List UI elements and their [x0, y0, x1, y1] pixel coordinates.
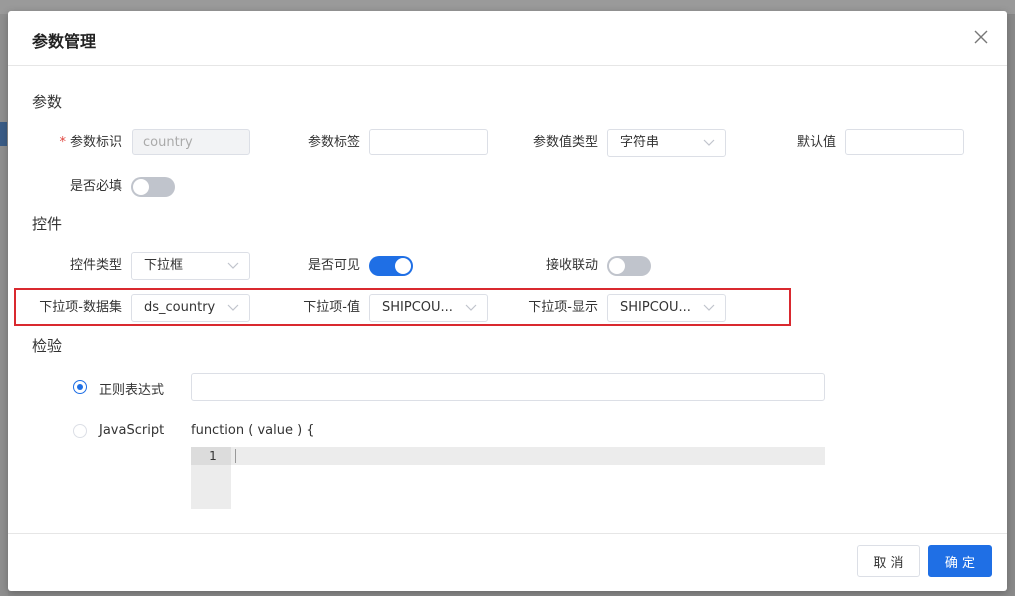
required-asterisk: * — [59, 135, 66, 150]
param-id-label-text: 参数标识 — [69, 135, 122, 150]
linkage-label: 接收联动 — [545, 258, 598, 273]
dialog-footer: 取 消 确 定 — [8, 533, 1007, 592]
dataset-select[interactable]: ds_country — [131, 294, 250, 322]
parameter-management-dialog: 参数管理 参数 *参数标识 参数标签 参数值类型 字符串 默认值 是否必填 控件… — [8, 11, 1007, 591]
control-type-selected: 下拉框 — [144, 258, 184, 273]
code-editor[interactable]: 1 — [191, 447, 825, 509]
visible-switch[interactable] — [369, 256, 413, 276]
required-switch[interactable] — [131, 177, 175, 197]
dataset-label: 下拉项-数据集 — [39, 300, 122, 315]
visible-label: 是否可见 — [307, 258, 360, 273]
linkage-switch[interactable] — [607, 256, 651, 276]
section-title-validation: 检验 — [32, 337, 63, 355]
dialog-title: 参数管理 — [32, 32, 97, 51]
chevron-down-icon — [227, 262, 239, 269]
close-icon[interactable] — [971, 27, 991, 47]
default-value-label: 默认值 — [796, 135, 836, 150]
switch-knob — [609, 258, 625, 274]
param-id-label: * 参数标识 — [48, 129, 122, 157]
javascript-radio[interactable] — [73, 424, 87, 438]
line-number: 1 — [191, 447, 231, 465]
option-value-select[interactable]: SHIPCOU... — [369, 294, 488, 322]
dataset-selected: ds_country — [144, 300, 216, 315]
control-type-select[interactable]: 下拉框 — [131, 252, 250, 280]
chevron-down-icon — [703, 139, 715, 146]
value-type-label: 参数值类型 — [532, 135, 598, 150]
javascript-label: JavaScript — [99, 423, 165, 438]
ok-button[interactable]: 确 定 — [928, 545, 992, 577]
switch-knob — [133, 179, 149, 195]
regex-input[interactable] — [191, 373, 825, 401]
background-left-panel — [0, 14, 8, 596]
option-display-select[interactable]: SHIPCOU... — [607, 294, 726, 322]
control-type-label: 控件类型 — [69, 258, 122, 273]
chevron-down-icon — [703, 304, 715, 311]
value-type-select[interactable]: 字符串 — [607, 129, 726, 157]
switch-knob — [395, 258, 411, 274]
option-display-selected: SHIPCOU... — [620, 300, 691, 315]
regex-radio[interactable] — [73, 380, 87, 394]
chevron-down-icon — [227, 304, 239, 311]
dialog-header: 参数管理 — [8, 11, 1007, 66]
background-selected-cell — [0, 122, 7, 146]
value-type-selected: 字符串 — [620, 135, 660, 150]
param-tag-label: 参数标签 — [307, 135, 360, 150]
param-tag-input[interactable] — [369, 129, 488, 155]
regex-label: 正则表达式 — [99, 383, 165, 398]
param-id-input[interactable] — [132, 129, 250, 155]
default-value-input[interactable] — [845, 129, 964, 155]
active-line — [231, 447, 825, 465]
text-cursor — [235, 449, 236, 463]
option-value-selected: SHIPCOU... — [382, 300, 453, 315]
chevron-down-icon — [465, 304, 477, 311]
section-title-params: 参数 — [32, 93, 63, 111]
option-value-label: 下拉项-值 — [303, 300, 360, 315]
required-label: 是否必填 — [69, 179, 122, 194]
function-signature: function ( value ) { — [191, 423, 315, 438]
section-title-control: 控件 — [32, 215, 63, 233]
option-display-label: 下拉项-显示 — [528, 300, 598, 315]
cancel-button[interactable]: 取 消 — [857, 545, 920, 577]
